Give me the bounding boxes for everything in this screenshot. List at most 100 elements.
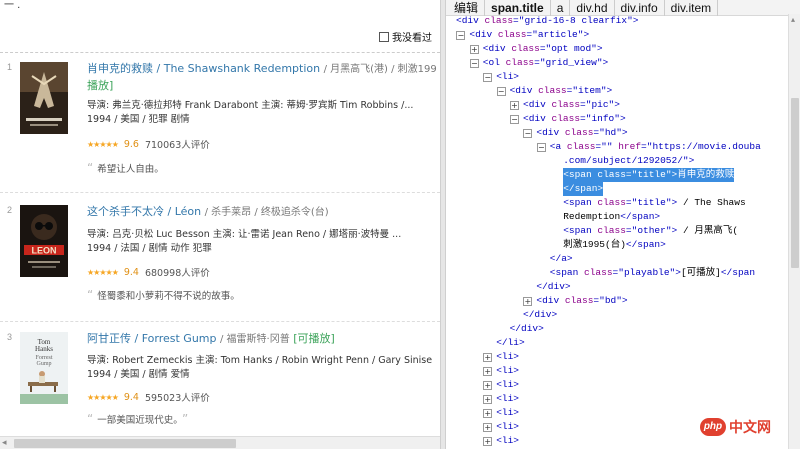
collapse-icon[interactable]: − xyxy=(456,31,466,40)
expand-icon[interactable]: + xyxy=(483,395,493,404)
dom-node-row[interactable]: +<li> xyxy=(483,364,519,378)
dom-token-val: https://movie.douba xyxy=(652,141,761,152)
expand-icon[interactable]: + xyxy=(483,353,493,362)
dom-token-tag: "> xyxy=(627,15,639,26)
dom-token-attr: class xyxy=(538,85,567,96)
vertical-scrollbar[interactable]: ▴ xyxy=(788,14,800,449)
dom-node-row[interactable]: − <div class="item"> xyxy=(496,84,612,98)
dom-token-val: pic xyxy=(591,99,609,110)
divider xyxy=(0,321,440,322)
dom-token-val: .com/subject/1292052/ xyxy=(563,155,683,166)
dom-node-row[interactable]: − <ol class="grid_view"> xyxy=(469,56,609,70)
dom-token-tag: =" xyxy=(593,295,605,306)
dom-node-row[interactable]: <div class="grid-16-8 clearfix"> xyxy=(456,14,638,28)
expand-icon[interactable]: + xyxy=(469,45,479,54)
unseen-filter[interactable]: 我没看过 xyxy=(379,29,432,44)
dom-node-row[interactable]: </div> xyxy=(523,308,557,322)
unseen-checkbox[interactable] xyxy=(379,31,389,42)
dom-node-row[interactable]: Redemption</span> xyxy=(563,210,660,224)
dom-token-tag: =" xyxy=(580,99,592,110)
dom-token-tag: "> xyxy=(596,57,609,68)
playable-link[interactable]: [可播放] xyxy=(293,332,335,345)
dom-node-row[interactable]: </li> xyxy=(496,336,525,350)
expand-icon[interactable]: + xyxy=(483,409,493,418)
horizontal-scrollbar[interactable]: ◂ xyxy=(0,436,440,449)
rating-score: 9.4 xyxy=(123,391,139,403)
expand-icon[interactable]: + xyxy=(510,101,519,110)
movie-title-en[interactable]: Forrest Gump xyxy=(142,332,217,345)
dom-node-row[interactable]: + <div class="opt mod"> xyxy=(469,42,603,56)
dom-token-attr: class xyxy=(505,57,535,68)
dom-token-tag: "> xyxy=(682,155,695,166)
expand-icon[interactable]: + xyxy=(483,437,493,446)
collapse-icon[interactable]: − xyxy=(523,129,533,138)
movie-poster[interactable]: Tom Hanks Forrest Gump xyxy=(20,332,68,404)
dom-node-row[interactable]: 刺激1995(台)</span> xyxy=(563,238,666,252)
collapse-icon[interactable]: − xyxy=(536,143,546,152)
expand-icon[interactable]: + xyxy=(523,297,533,306)
movie-item: 3 Tom Hanks Forrest Gump 阿甘正传 / Forrest … xyxy=(0,332,440,449)
dom-node-row[interactable]: .com/subject/1292052/"> xyxy=(563,154,694,168)
dom-node-row[interactable]: +<li> xyxy=(483,434,519,448)
expand-icon[interactable]: + xyxy=(483,381,493,390)
dom-node-row[interactable]: +<li> xyxy=(483,420,519,434)
dom-node-row[interactable]: +<li> xyxy=(483,406,519,420)
scrollbar-thumb[interactable] xyxy=(14,439,236,448)
movie-list-pane: 一 . 我没看过 1 肖申克的救赎 / The Shawshank Redemp… xyxy=(0,0,440,449)
movie-title-en[interactable]: Léon xyxy=(175,205,201,218)
dom-node-row[interactable]: +<li> xyxy=(483,392,519,406)
movie-title[interactable]: 肖申克的救赎 xyxy=(87,62,153,75)
dom-node-row[interactable]: </span> xyxy=(563,182,604,196)
dom-token-tag: </span xyxy=(720,267,756,278)
rating-count[interactable]: 680998人评价 xyxy=(145,265,210,279)
movie-poster[interactable] xyxy=(20,62,68,134)
dom-node-row[interactable]: </a> xyxy=(550,252,573,266)
svg-text:Hanks: Hanks xyxy=(35,345,53,353)
dom-token-tag: <div xyxy=(482,43,512,54)
scroll-up-icon[interactable]: ▴ xyxy=(791,15,795,24)
collapse-icon[interactable]: − xyxy=(469,59,479,68)
dom-node-row[interactable]: <span class="playable">[可播放]</span xyxy=(550,266,755,280)
expand-icon[interactable]: + xyxy=(483,423,493,432)
dom-node-row[interactable]: − <a class="" href="https://movie.douba xyxy=(536,140,761,154)
dom-node-row[interactable]: +<li> xyxy=(483,350,519,364)
collapse-icon[interactable]: − xyxy=(510,115,519,124)
dom-token-tag: <li> xyxy=(496,379,519,390)
dom-token-txt: / The Shaws xyxy=(677,197,746,208)
movie-info-line: 1994 / 美国 / 犯罪 剧情 xyxy=(87,114,190,125)
rating-row: ★★★★★ 9.4 680998人评价 xyxy=(87,265,210,280)
movie-poster[interactable]: LEON xyxy=(20,205,68,277)
dom-node-row[interactable]: − <div class="info"> xyxy=(510,112,626,126)
watermark: php 中文网 xyxy=(700,417,771,437)
scrollbar-thumb[interactable] xyxy=(791,98,799,268)
movie-title[interactable]: 这个杀手不太冷 xyxy=(87,205,164,218)
dom-node-row[interactable]: <span class="other"> / 月黑高飞( xyxy=(563,224,738,238)
scroll-left-icon[interactable]: ◂ xyxy=(2,438,7,448)
dom-node-row[interactable]: </div> xyxy=(510,322,544,336)
dom-node-row[interactable]: − <div class="hd"> xyxy=(523,126,628,140)
dom-token-tag: <a xyxy=(549,141,567,152)
movie-title-en[interactable]: The Shawshank Redemption xyxy=(164,62,320,75)
dom-token-val: article xyxy=(537,29,578,40)
playable-link-cont[interactable]: 播放] xyxy=(87,77,113,93)
rating-count[interactable]: 710063人评价 xyxy=(145,137,210,151)
dom-node-row[interactable]: +<li> xyxy=(483,378,519,392)
dom-token-tag: =" xyxy=(625,225,638,236)
movie-other-titles: / 月黑高飞(港) / 刺激1995(台) xyxy=(323,64,437,75)
dom-node-row[interactable]: − <div class="article"> xyxy=(456,28,589,42)
expand-icon[interactable]: + xyxy=(483,367,493,376)
dom-node-row[interactable]: </div> xyxy=(536,280,570,294)
dom-node-row[interactable]: <span class="title">肖申克的救赎 xyxy=(563,168,735,182)
dom-token-tag: =" xyxy=(539,43,552,54)
collapse-icon[interactable]: − xyxy=(496,87,506,96)
dom-token-tag: "> xyxy=(577,29,590,40)
dom-node-row[interactable]: + <div class="pic"> xyxy=(510,98,620,112)
dom-node-row[interactable]: + <div class="bd"> xyxy=(523,294,628,308)
rating-count[interactable]: 595023人评价 xyxy=(145,390,210,404)
dom-token-tag: "> xyxy=(665,197,678,208)
collapse-icon[interactable]: − xyxy=(483,73,493,82)
movie-title[interactable]: 阿甘正传 xyxy=(87,332,131,345)
divider xyxy=(0,192,440,193)
dom-node-row[interactable]: <span class="title"> / The Shaws xyxy=(563,196,745,210)
dom-node-row[interactable]: − <li> xyxy=(483,70,519,84)
